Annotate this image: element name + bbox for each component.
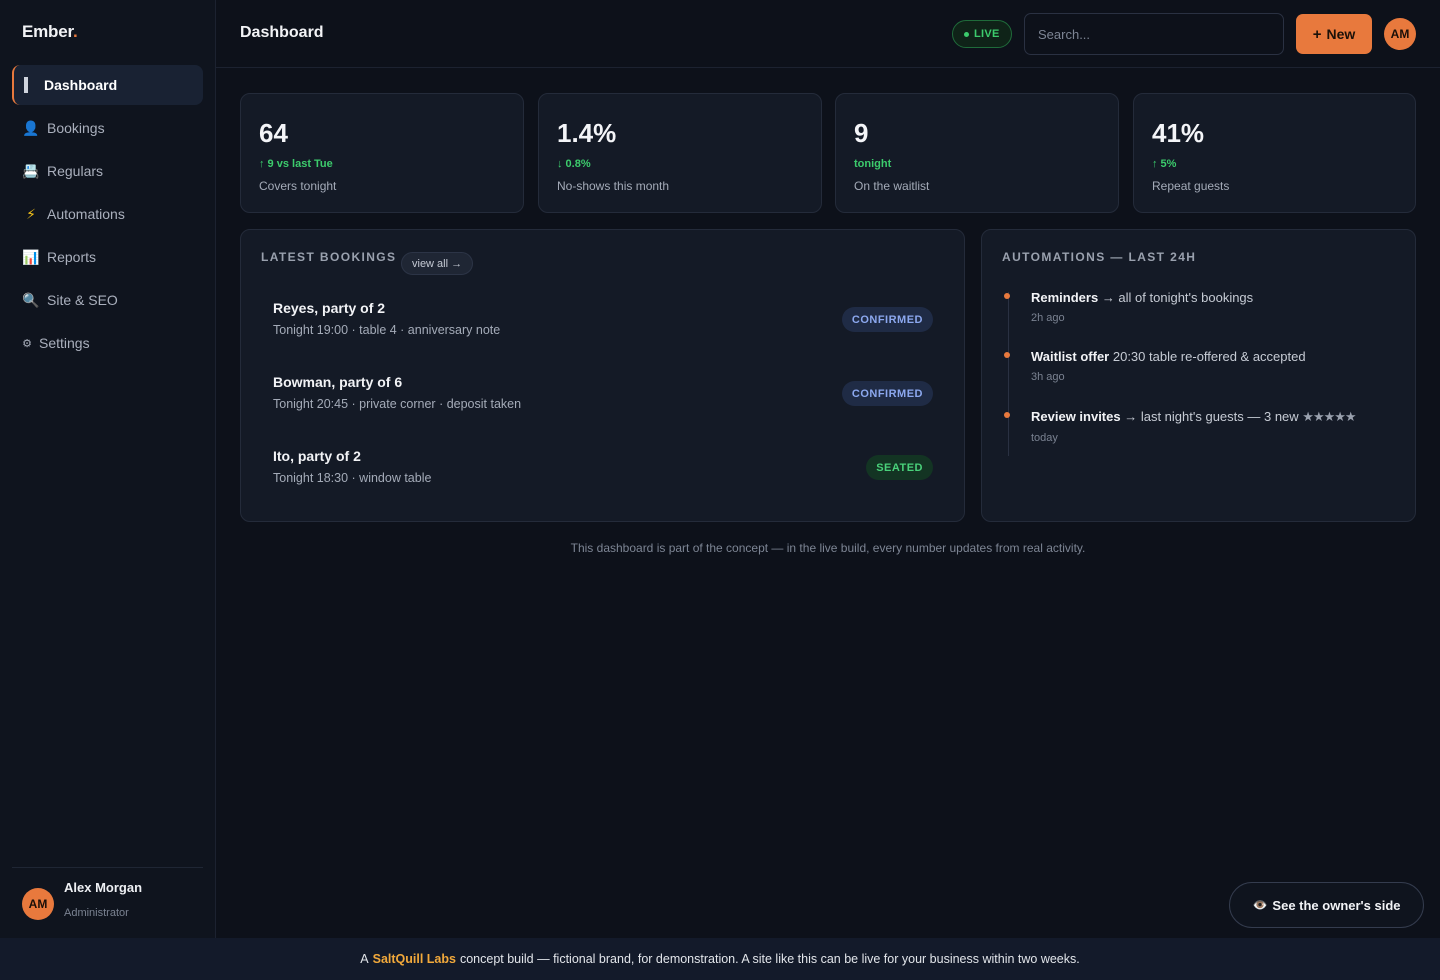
- status-badge: CONFIRMED: [841, 307, 933, 332]
- stat-card-repeat-guests: 41% ↑ 5% Repeat guests: [1133, 93, 1416, 213]
- gear-icon: ⚙: [22, 337, 32, 350]
- stat-delta: ↑ 9 vs last Tue: [259, 158, 333, 170]
- sidebar-item-site-seo[interactable]: 🔍 Site & SEO: [12, 280, 203, 320]
- star-rating-icon: ★★★★★: [1302, 409, 1356, 424]
- live-label: LIVE: [974, 28, 1000, 40]
- stat-delta: ↑ 5%: [1152, 158, 1177, 170]
- user-role: Administrator: [64, 907, 129, 919]
- user-name: Alex Morgan: [64, 880, 143, 895]
- booking-name: Reyes, party of 2: [273, 300, 386, 316]
- sidebar-item-label: Settings: [39, 335, 90, 351]
- banner-brand-link[interactable]: SaltQuill Labs: [373, 952, 456, 966]
- booking-name: Bowman, party of 6: [273, 374, 403, 390]
- stat-value: 41%: [1152, 118, 1205, 148]
- sidebar-item-automations[interactable]: ⚡ Automations: [12, 194, 203, 234]
- stat-card-waitlist: 9 tonight On the waitlist: [835, 93, 1119, 213]
- see-owner-side-button[interactable]: 👁️ See the owner's side: [1229, 882, 1424, 928]
- live-badge: LIVE: [952, 20, 1012, 48]
- booking-detail: Tonight 20:45 · private corner · deposit…: [273, 397, 522, 411]
- automations-panel: AUTOMATIONS — LAST 24H Reminders → all o…: [981, 229, 1416, 522]
- new-button-label: New: [1326, 26, 1356, 42]
- automation-event: Reminders → all of tonight's bookings 2h…: [1002, 290, 1402, 324]
- page-title: Dashboard: [240, 24, 324, 41]
- sidebar-item-regulars[interactable]: 📇 Regulars: [12, 151, 203, 191]
- event-dot-icon: [1004, 412, 1010, 418]
- bar-chart-icon: 📊: [22, 248, 40, 265]
- booking-row[interactable]: Ito, party of 2 Tonight 18:30 · window t…: [273, 448, 933, 492]
- plus-icon: +: [1312, 25, 1322, 43]
- event-dot-icon: [1004, 293, 1010, 299]
- event-dot-icon: [1004, 352, 1010, 358]
- view-all-link[interactable]: view all →: [401, 252, 474, 275]
- booking-detail: Tonight 19:00 · table 4 · anniversary no…: [273, 323, 501, 337]
- sidebar-item-label: Automations: [47, 206, 125, 222]
- bottom-banner: A SaltQuill Labs concept build — fiction…: [0, 938, 1440, 980]
- event-text: → all of tonight's bookings: [1098, 290, 1254, 305]
- lightning-icon: ⚡: [26, 205, 36, 222]
- user-icon: 👤: [22, 119, 40, 136]
- owner-button-label: See the owner's side: [1272, 897, 1401, 913]
- sidebar-item-dashboard[interactable]: Dashboard: [12, 65, 203, 105]
- status-badge: SEATED: [866, 455, 933, 480]
- grid-icon: [24, 77, 36, 93]
- cash-register-icon: 📇: [22, 162, 40, 179]
- sidebar-item-label: Site & SEO: [47, 292, 118, 308]
- live-dot-icon: [964, 31, 969, 37]
- sidebar: Ember. Dashboard 👤 Bookings 📇 Regulars ⚡…: [0, 0, 216, 938]
- sidebar-item-label: Dashboard: [44, 77, 118, 93]
- stats-row: 64 ↑ 9 vs last Tue Covers tonight 1.4% ↓…: [240, 93, 1416, 213]
- user-profile[interactable]: AM Alex Morgan Administrator: [22, 880, 142, 920]
- event-name: Reminders: [1031, 290, 1099, 305]
- search-input[interactable]: [1024, 13, 1284, 55]
- stat-label: Covers tonight: [259, 179, 337, 193]
- sidebar-nav: Dashboard 👤 Bookings 📇 Regulars ⚡ Automa…: [12, 65, 203, 366]
- top-header: Dashboard LIVE + New AM: [216, 0, 1440, 68]
- stat-label: On the waitlist: [854, 179, 930, 193]
- eye-icon: 👁️: [1252, 898, 1268, 912]
- banner-text: concept build — fictional brand, for dem…: [459, 952, 1080, 966]
- sidebar-item-label: Reports: [47, 249, 97, 265]
- status-badge: CONFIRMED: [841, 381, 933, 406]
- banner-prefix: A: [360, 952, 369, 966]
- brand-logo[interactable]: Ember.: [22, 22, 78, 42]
- stat-card-no-shows: 1.4% ↓ 0.8% No-shows this month: [538, 93, 822, 213]
- sidebar-item-label: Regulars: [47, 163, 104, 179]
- sidebar-divider: [12, 867, 203, 868]
- event-time: 2h ago: [1031, 312, 1065, 324]
- stat-delta: ↓ 0.8%: [557, 158, 591, 170]
- stat-label: No-shows this month: [557, 179, 670, 193]
- stat-value: 1.4%: [557, 118, 617, 148]
- latest-bookings-panel: LATEST BOOKINGS view all → Reyes, party …: [240, 229, 965, 522]
- automation-event: Review invites → last night's guests — 3…: [1002, 409, 1402, 444]
- sidebar-item-bookings[interactable]: 👤 Bookings: [12, 108, 203, 148]
- sidebar-item-reports[interactable]: 📊 Reports: [12, 237, 203, 277]
- header-avatar[interactable]: AM: [1384, 18, 1416, 50]
- automation-event: Waitlist offer 20:30 table re-offered & …: [1002, 349, 1402, 383]
- avatar: AM: [22, 888, 54, 920]
- panel-title: AUTOMATIONS — LAST 24H: [1002, 250, 1197, 264]
- brand-dot: .: [72, 22, 78, 41]
- event-time: today: [1031, 432, 1058, 444]
- booking-row[interactable]: Bowman, party of 6 Tonight 20:45 · priva…: [273, 374, 933, 418]
- magnifier-icon: 🔍: [22, 291, 40, 308]
- booking-name: Ito, party of 2: [273, 448, 361, 464]
- sidebar-item-settings[interactable]: ⚙ Settings: [12, 323, 203, 363]
- event-text: → last night's guests — 3 new: [1120, 409, 1303, 424]
- event-name: Review invites: [1031, 409, 1121, 424]
- stat-value: 9: [854, 118, 869, 148]
- event-name: Waitlist offer: [1031, 349, 1110, 364]
- stat-value: 64: [259, 118, 288, 148]
- event-time: 3h ago: [1031, 371, 1065, 383]
- panel-title: LATEST BOOKINGS: [261, 250, 397, 264]
- booking-row[interactable]: Reyes, party of 2 Tonight 19:00 · table …: [273, 300, 933, 344]
- event-text: 20:30 table re-offered & accepted: [1109, 349, 1306, 364]
- brand-name: Ember: [22, 22, 73, 41]
- dashboard-footnote: This dashboard is part of the concept — …: [570, 541, 1086, 555]
- stat-card-covers: 64 ↑ 9 vs last Tue Covers tonight: [240, 93, 524, 213]
- sidebar-item-label: Bookings: [47, 120, 105, 136]
- stat-label: Repeat guests: [1152, 179, 1230, 193]
- new-button[interactable]: + New: [1296, 14, 1372, 54]
- booking-detail: Tonight 18:30 · window table: [273, 471, 432, 485]
- stat-delta: tonight: [854, 158, 892, 170]
